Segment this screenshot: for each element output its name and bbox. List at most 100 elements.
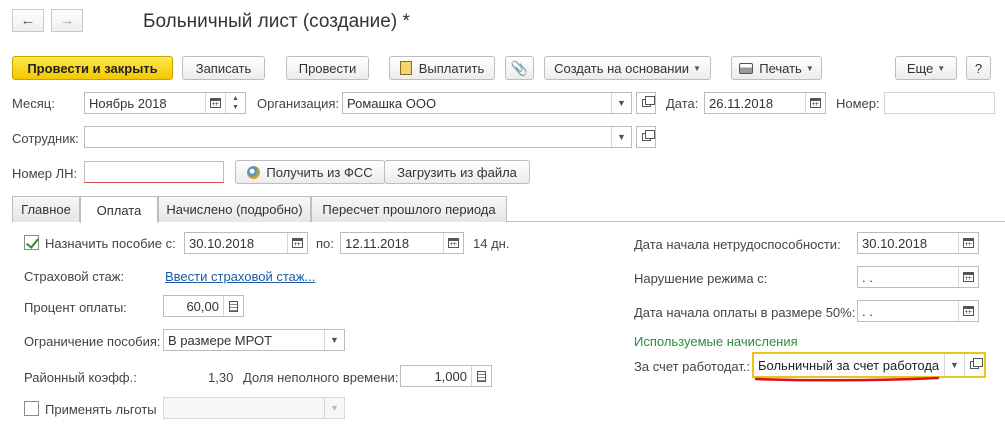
calendar-button[interactable] bbox=[287, 233, 307, 253]
employer-accrual-value: Больничный за счет работода bbox=[758, 357, 940, 373]
violation-label: Нарушение режима с: bbox=[634, 271, 768, 286]
assign-benefit-checkbox[interactable] bbox=[24, 235, 39, 250]
chevron-down-icon: ▼ bbox=[617, 132, 626, 142]
half-pay-label: Дата начала оплаты в размере 50%: bbox=[634, 305, 856, 320]
limit-field[interactable]: В размере МРОТ ▼ bbox=[163, 329, 345, 351]
calculator-button[interactable] bbox=[223, 296, 243, 316]
help-button[interactable]: ? bbox=[966, 56, 991, 80]
forward-button[interactable]: → bbox=[51, 9, 83, 32]
calendar-icon bbox=[963, 272, 974, 282]
assign-benefit-label: Назначить пособие с: bbox=[45, 236, 176, 251]
chevron-down-icon: ▼ bbox=[950, 360, 959, 370]
percent-field[interactable]: 60,00 bbox=[163, 295, 244, 317]
pay-button[interactable]: Выплатить bbox=[389, 56, 495, 80]
tab-main[interactable]: Главное bbox=[12, 196, 80, 222]
assign-from-value: 30.10.2018 bbox=[189, 235, 255, 251]
benefits-field[interactable]: ▼ bbox=[163, 397, 345, 419]
spin-up-icon: ▲ bbox=[232, 95, 239, 102]
chevron-down-icon: ▼ bbox=[617, 98, 626, 108]
dropdown-button[interactable]: ▼ bbox=[611, 93, 631, 113]
calendar-button[interactable] bbox=[443, 233, 463, 253]
dropdown-button[interactable]: ▼ bbox=[324, 330, 344, 350]
employee-label: Сотрудник: bbox=[12, 131, 79, 146]
chevron-down-icon: ▼ bbox=[692, 63, 701, 73]
pay-label: Выплатить bbox=[418, 60, 485, 76]
number-label: Номер: bbox=[836, 96, 880, 111]
tab-payment[interactable]: Оплата bbox=[80, 196, 158, 223]
organization-field[interactable]: Ромашка ООО ▼ bbox=[342, 92, 632, 114]
post-and-close-button[interactable]: Провести и закрыть bbox=[12, 56, 173, 80]
calendar-button[interactable] bbox=[205, 93, 225, 113]
date-label: Дата: bbox=[666, 96, 699, 111]
half-pay-field[interactable]: . . bbox=[857, 300, 979, 322]
calendar-icon bbox=[448, 238, 459, 248]
disability-start-field[interactable]: 30.10.2018 bbox=[857, 232, 979, 254]
create-based-on-button[interactable]: Создать на основании ▼ bbox=[544, 56, 711, 80]
paperclip-icon: 📎 bbox=[510, 59, 529, 76]
calendar-button[interactable] bbox=[958, 267, 978, 287]
apply-benefits-label: Применять льготы bbox=[45, 402, 157, 417]
more-label: Еще bbox=[906, 60, 934, 76]
month-field[interactable]: Ноябрь 2018 ▲ ▼ bbox=[84, 92, 246, 114]
organization-open-button[interactable] bbox=[636, 92, 656, 114]
print-button[interactable]: Печать ▼ bbox=[731, 56, 822, 80]
dropdown-button[interactable]: ▼ bbox=[324, 398, 344, 418]
calendar-icon bbox=[963, 306, 974, 316]
insurance-label: Страховой стаж: bbox=[24, 269, 125, 284]
limit-value: В размере МРОТ bbox=[168, 332, 273, 348]
attach-button[interactable]: 📎 bbox=[505, 56, 534, 80]
get-from-fss-button[interactable]: Получить из ФСС bbox=[235, 160, 385, 184]
month-spinner[interactable]: ▲ ▼ bbox=[225, 93, 245, 113]
employee-open-button[interactable] bbox=[636, 126, 656, 148]
date-field[interactable]: 26.11.2018 bbox=[704, 92, 826, 114]
apply-benefits-checkbox[interactable] bbox=[24, 401, 39, 416]
month-label: Месяц: bbox=[12, 96, 55, 111]
assign-to-field[interactable]: 12.11.2018 bbox=[340, 232, 464, 254]
dropdown-button[interactable]: ▼ bbox=[611, 127, 631, 147]
calendar-button[interactable] bbox=[805, 93, 825, 113]
ln-number-field[interactable] bbox=[84, 161, 224, 183]
number-field[interactable] bbox=[884, 92, 995, 114]
assign-from-field[interactable]: 30.10.2018 bbox=[184, 232, 308, 254]
calendar-icon bbox=[210, 98, 221, 108]
tab-recalc-previous[interactable]: Пересчет прошлого периода bbox=[311, 196, 507, 222]
calculator-button[interactable] bbox=[471, 366, 491, 386]
dropdown-button[interactable]: ▼ bbox=[944, 354, 964, 376]
calendar-icon bbox=[292, 238, 303, 248]
regional-value: 1,30 bbox=[208, 370, 234, 385]
save-button[interactable]: Записать bbox=[182, 56, 265, 80]
disability-start-value: 30.10.2018 bbox=[862, 235, 928, 251]
forward-arrow-icon: → bbox=[59, 12, 75, 29]
parttime-value: 1,000 bbox=[434, 368, 467, 384]
load-from-file-button[interactable]: Загрузить из файла bbox=[384, 160, 530, 184]
more-button[interactable]: Еще ▼ bbox=[895, 56, 957, 80]
open-icon bbox=[970, 358, 983, 369]
calendar-button[interactable] bbox=[958, 301, 978, 321]
tab-accrued-detail[interactable]: Начислено (подробно) bbox=[158, 196, 311, 222]
printer-icon bbox=[739, 62, 754, 74]
calendar-icon bbox=[810, 98, 821, 108]
parttime-label: Доля неполного времени: bbox=[243, 370, 399, 385]
spin-down-icon: ▼ bbox=[232, 104, 239, 111]
violation-field[interactable]: . . bbox=[857, 266, 979, 288]
get-from-fss-label: Получить из ФСС bbox=[266, 164, 373, 180]
organization-value: Ромашка ООО bbox=[347, 95, 437, 111]
back-arrow-icon: ← bbox=[20, 12, 36, 29]
parttime-field[interactable]: 1,000 bbox=[400, 365, 492, 387]
days-count: 14 дн. bbox=[473, 236, 510, 251]
regional-label: Районный коэфф.: bbox=[24, 370, 137, 385]
employee-field[interactable]: ▼ bbox=[84, 126, 632, 148]
post-button[interactable]: Провести bbox=[286, 56, 369, 80]
assign-to-value: 12.11.2018 bbox=[345, 235, 410, 251]
percent-label: Процент оплаты: bbox=[24, 300, 127, 315]
employer-label: За счет работодат.: bbox=[634, 359, 751, 374]
back-button[interactable]: ← bbox=[12, 9, 44, 32]
half-pay-value: . . bbox=[862, 303, 873, 319]
insurance-link[interactable]: Ввести страховой стаж... bbox=[165, 269, 315, 284]
red-underline-annotation bbox=[754, 376, 940, 382]
open-icon bbox=[641, 130, 655, 141]
violation-value: . . bbox=[862, 269, 873, 285]
open-button[interactable] bbox=[964, 354, 984, 376]
print-label: Печать bbox=[759, 60, 802, 76]
calendar-button[interactable] bbox=[958, 233, 978, 253]
